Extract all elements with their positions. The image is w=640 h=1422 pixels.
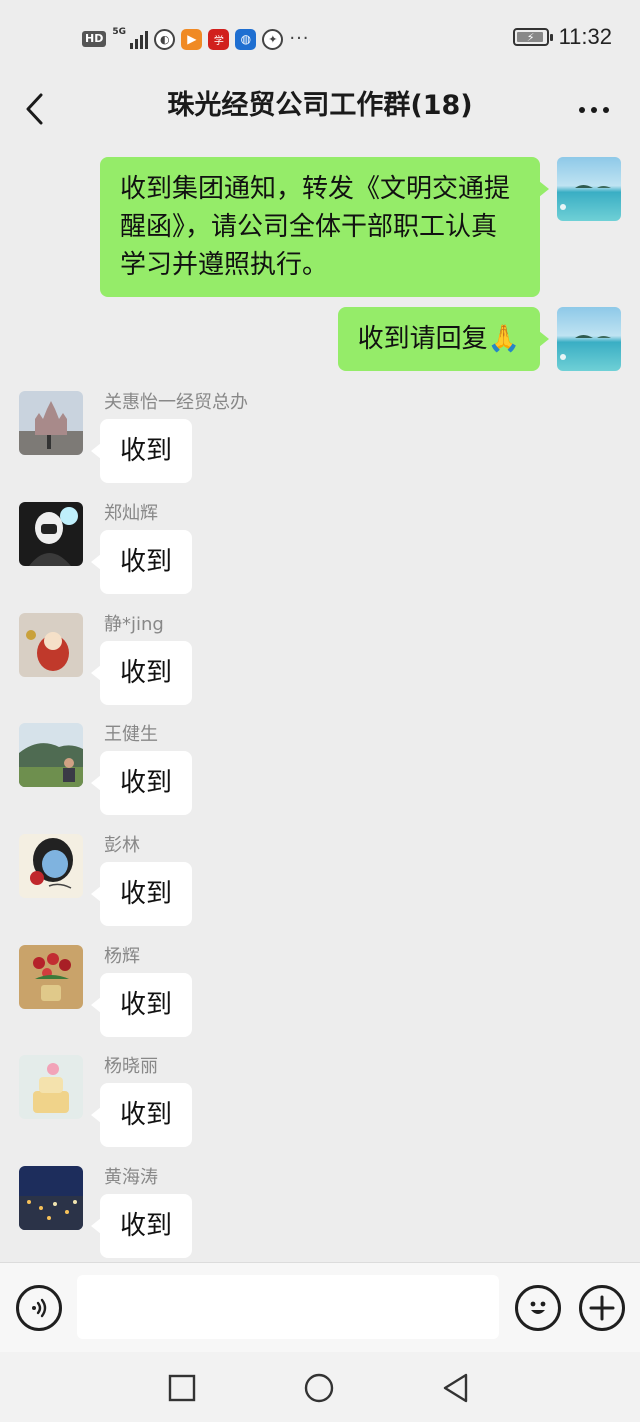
plus-icon — [589, 1295, 615, 1321]
received-message-bubble[interactable]: 收到 — [90, 641, 193, 705]
message-row: 郑灿辉 收到 — [0, 502, 640, 602]
message-row: 关惠怡一经贸总办 收到 — [0, 391, 640, 491]
message-text: 收到 — [120, 658, 173, 688]
more-options-button[interactable] — [574, 92, 614, 128]
received-message-bubble[interactable]: 收到 — [90, 862, 193, 926]
received-message-bubble[interactable]: 收到 — [90, 419, 193, 483]
message-text: 收到请回复🙏 — [357, 324, 520, 354]
flower-pot-avatar[interactable] — [19, 945, 83, 1009]
sender-name: 关惠怡一经贸总办 — [104, 392, 248, 413]
self-avatar[interactable] — [557, 307, 621, 371]
status-bar: HD 5G ◐ ▶ 学 ◍ ✦ ··· ⚡ 11:32 — [0, 0, 640, 78]
triangle-back-icon — [443, 1373, 468, 1403]
more-notifications-icon: ··· — [289, 28, 310, 49]
sender-name: 静*jing — [104, 614, 164, 635]
sender-name: 郑灿辉 — [104, 503, 158, 524]
sent-message-bubble[interactable]: 收到集团通知，转发《文明交通提醒函》，请公司全体干部职工认真学习并遵照执行。 — [100, 157, 549, 297]
system-navigation-bar — [0, 1352, 640, 1422]
castle-avatar[interactable] — [19, 391, 83, 455]
signal-strength-icon: 5G — [112, 27, 149, 49]
voice-icon — [32, 1298, 47, 1318]
landscape-person-avatar[interactable] — [19, 723, 83, 787]
message-text-input[interactable] — [77, 1275, 499, 1339]
sender-name: 彭林 — [104, 835, 140, 856]
message-row: 收到集团通知，转发《文明交通提醒函》，请公司全体干部职工认真学习并遵照执行。 — [0, 157, 640, 297]
square-icon — [168, 1374, 196, 1402]
message-text: 收到 — [120, 879, 173, 909]
message-text: 收到 — [120, 768, 173, 798]
message-text: 收到 — [120, 436, 173, 466]
received-message-bubble[interactable]: 收到 — [90, 1194, 193, 1258]
received-message-bubble[interactable]: 收到 — [90, 973, 193, 1037]
message-text: 收到 — [120, 990, 173, 1020]
bulb-app-icon: ◍ — [235, 28, 257, 50]
video-app-icon: ▶ — [181, 28, 203, 50]
circle-icon — [304, 1373, 334, 1403]
daruma-avatar[interactable] — [19, 613, 83, 677]
cartoon-girl-avatar[interactable] — [19, 834, 83, 898]
voice-input-button[interactable] — [16, 1285, 62, 1331]
received-message-bubble[interactable]: 收到 — [90, 751, 193, 815]
person-mask-avatar[interactable] — [19, 502, 83, 566]
message-text: 收到 — [120, 1211, 173, 1241]
message-row: 彭林 收到 — [0, 834, 640, 934]
status-time: 11:32 — [558, 24, 612, 49]
message-row: 收到请回复🙏 — [0, 307, 640, 377]
message-row: 王健生 收到 — [0, 723, 640, 823]
emoji-button[interactable] — [515, 1285, 561, 1331]
sender-name: 杨辉 — [104, 946, 140, 967]
status-icons-right: ⚡ 11:32 — [512, 24, 612, 50]
sender-name: 王健生 — [104, 724, 158, 745]
cake-avatar[interactable] — [19, 1055, 83, 1119]
network-type-label: 5G — [112, 27, 126, 37]
hd-voice-icon: HD — [82, 31, 107, 47]
message-text: 收到 — [120, 547, 173, 577]
chat-header: 珠光经贸公司工作群(18) — [0, 78, 640, 142]
recent-apps-button[interactable] — [164, 1370, 200, 1406]
more-dots-icon — [579, 107, 609, 113]
more-actions-button[interactable] — [579, 1285, 625, 1331]
message-input-bar — [0, 1262, 640, 1352]
message-row: 静*jing 收到 — [0, 613, 640, 713]
sender-name: 杨晓丽 — [104, 1056, 158, 1077]
sender-name: 黄海涛 — [104, 1167, 158, 1188]
battery-icon: ⚡ — [512, 28, 553, 46]
message-row: 杨辉 收到 — [0, 945, 640, 1045]
message-text: 收到 — [120, 1100, 173, 1130]
message-row: 杨晓丽 收到 — [0, 1055, 640, 1155]
night-city-avatar[interactable] — [19, 1166, 83, 1230]
message-text: 收到集团通知，转发《文明交通提醒函》，请公司全体干部职工认真学习并遵照执行。 — [120, 174, 511, 280]
sent-message-bubble[interactable]: 收到请回复🙏 — [337, 307, 550, 371]
received-message-bubble[interactable]: 收到 — [90, 1083, 193, 1147]
smiley-icon — [530, 1301, 546, 1314]
received-message-bubble[interactable]: 收到 — [90, 530, 193, 594]
home-button[interactable] — [301, 1370, 337, 1406]
message-row: 黄海涛 收到 — [0, 1166, 640, 1266]
status-icons-left: HD 5G ◐ ▶ 学 ◍ ✦ ··· — [82, 26, 310, 52]
browser-app-icon: ◐ — [154, 28, 176, 50]
compass-app-icon: ✦ — [262, 28, 284, 50]
self-avatar[interactable] — [557, 157, 621, 221]
chat-title: 珠光经贸公司工作群(18) — [167, 90, 473, 121]
news-app-icon: 学 — [208, 28, 230, 50]
system-back-button[interactable] — [437, 1370, 473, 1406]
